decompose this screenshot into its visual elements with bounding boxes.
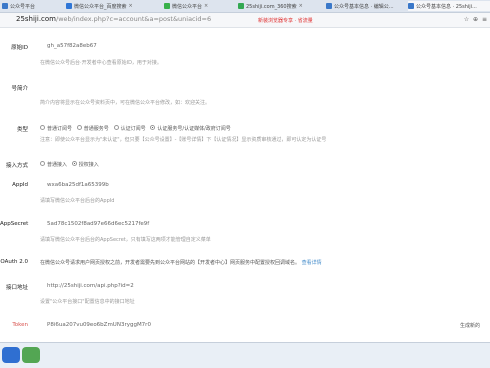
browser-promo-text[interactable]: 新装浏览器专享 · 省流量 [258,17,313,24]
intro-label: 号简介 [11,86,28,92]
browser-tab[interactable]: 公众号平台 [2,1,64,11]
url-domain: 25shiji.com [16,15,57,23]
interface-url-value[interactable]: http://25shiji.com/api.php?id=2 [47,283,134,289]
intro-help: 简介内容将显示在公众号资料页中，可在微信公众平台修改，如：欢迎关注。 [40,100,211,106]
level-option-1[interactable]: 普通订阅号 [40,125,72,132]
level-label: 类型 [16,127,28,133]
appid-label: AppId [12,182,28,188]
level-help: 注意：即使公众平台显示为"未认证"，但只要【公众号设置】-【账号详情】下【认证情… [40,137,327,143]
level-radio-group: 普通订阅号 普通服务号 认证订阅号 认证服务号/认证媒体/政府订阅号 [40,125,231,132]
oauth-details-link[interactable]: 查看详情 [302,260,322,266]
appid-input[interactable]: wxa6ba25df1a65399b [47,182,109,188]
access-mode-label: 接入方式 [5,163,28,169]
tab-favicon-icon [326,3,332,9]
tab-label: 公众号基本信息 · 25shiji... [416,3,477,10]
url-path: /web/index.php?c=account&a=post&uniacid=… [56,15,212,23]
original-id-label: 原始ID [11,45,28,51]
radio-selected-icon [150,125,156,130]
tab-label: 公众号平台 [10,3,36,10]
token-label: Token [12,322,28,328]
original-id-help: 在微信公众号后台·开发者中心查看原始ID，用于对接。 [40,60,162,66]
radio-icon [40,161,45,166]
tab-label: 微信公众平台 [172,3,203,10]
browser-tools-icons[interactable]: ☆ ⊕ ≡ [464,16,488,23]
browser-tab[interactable]: 25shiji.com_360搜索 × [238,1,324,11]
taskbar [0,342,490,368]
level-option-3[interactable]: 认证订阅号 [113,125,146,132]
access-mode-radio-group: 普通接入 授权接入 [40,161,99,168]
tab-favicon-icon [2,3,8,9]
access-option-normal[interactable]: 普通接入 [40,161,67,168]
appsecret-input[interactable]: 5ad78c1502f8ad97e66d6ec5217fe9f [47,221,149,227]
level-option-2[interactable]: 普通服务号 [76,125,109,132]
tab-label: 25shiji.com_360搜索 [246,3,297,10]
oauth-label: OAuth 2.0 [0,259,28,265]
tab-favicon-icon [238,3,244,9]
url-field[interactable]: 25shiji.com/web/index.php?c=account&a=po… [16,15,211,23]
radio-icon [40,125,45,130]
interface-help: 设置"公众平台接口"配置信息中的接口地址 [40,299,135,305]
tab-label: 公众号基本信息 · 编辑公... [334,3,394,10]
tab-favicon-icon [66,3,72,9]
oauth-text: 在微信公众号请求用户网页授权之前，开发者需要先到公众平台网站的【开发者中心】网页… [40,259,322,266]
close-icon[interactable]: × [129,3,133,9]
browser-tab[interactable]: 微信公众平台_百度搜索 × [66,1,162,11]
taskbar-app-icon[interactable] [22,347,40,363]
generate-token-button[interactable]: 生成新的 [460,322,480,329]
original-id-value: gh_a57f82a8eb67 [47,43,97,49]
tab-favicon-icon [164,3,170,9]
tab-favicon-icon [408,3,414,9]
browser-tab[interactable]: 公众号基本信息 · 编辑公... [326,1,406,11]
oauth-description: 在微信公众号请求用户网页授权之前，开发者需要先到公众平台网站的【开发者中心】网页… [40,260,301,266]
browser-tab-active[interactable]: 公众号基本信息 · 25shiji... [408,1,490,11]
radio-icon [113,125,119,130]
address-bar[interactable]: 25shiji.com/web/index.php?c=account&a=po… [0,13,490,28]
interface-label: 接口地址 [5,285,28,291]
close-icon[interactable]: × [204,3,208,9]
level-option-4[interactable]: 认证服务号/认证媒体/政府订阅号 [150,125,231,132]
appsecret-label: AppSecret [0,221,29,227]
start-button-icon[interactable] [2,347,20,363]
appsecret-help: 请填写微信公众平台后台的AppSecret，只有填写这两项才能管理自定义菜单 [40,237,211,243]
radio-icon [76,125,82,130]
browser-tab[interactable]: 微信公众平台 × [164,1,236,11]
appid-help: 请填写微信公众平台后台的AppId [40,198,115,204]
access-option-auth[interactable]: 授权接入 [71,161,99,168]
token-input[interactable]: P8i6ua207vu09eo6bZmUN3ryggM7r0 [47,322,151,328]
browser-tab-bar: 公众号平台 微信公众平台_百度搜索 × 微信公众平台 × 25shiji.com_3… [0,0,490,13]
radio-selected-icon [71,161,77,166]
close-icon[interactable]: × [299,3,303,9]
tab-label: 微信公众平台_百度搜索 [74,3,127,10]
